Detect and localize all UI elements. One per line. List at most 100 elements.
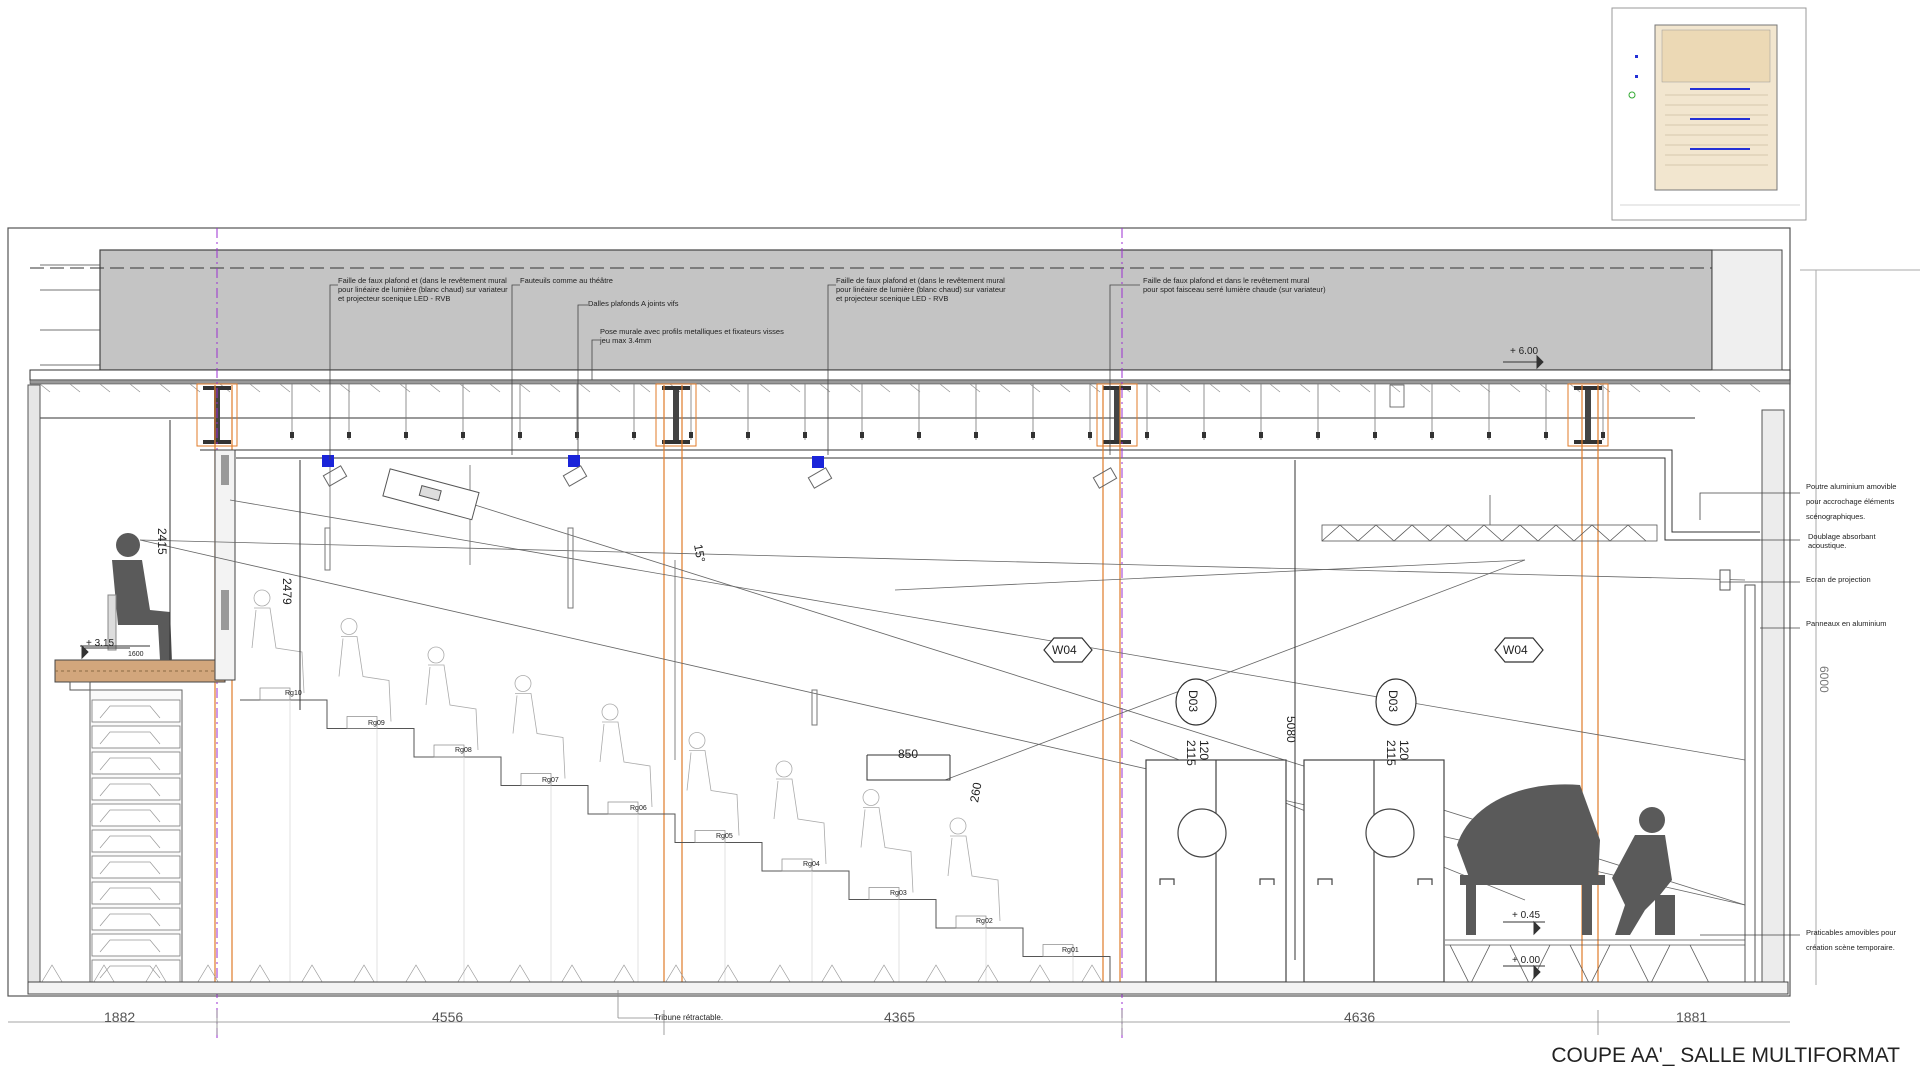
ceiling-hatch <box>399 383 411 393</box>
ceiling-hatch <box>1689 383 1701 393</box>
ceiling-hatch <box>549 383 561 393</box>
level-label: + 3.15 <box>86 638 115 649</box>
pianist-silhouette <box>1612 807 1675 935</box>
ceiling-hatch <box>39 383 51 393</box>
floor <box>27 981 1789 995</box>
right-annotations: Poutre aluminium amovible pour accrochag… <box>1806 482 1897 952</box>
ceiling-hatch <box>1029 383 1041 393</box>
door-tag: D03 <box>1386 690 1400 712</box>
ceiling-hatch <box>1659 383 1671 393</box>
ceiling-hatch <box>189 383 201 393</box>
bottom-dims: 1882 4556 4365 4636 1881 <box>104 1009 1707 1025</box>
row-label: Rg05 <box>716 833 733 840</box>
ceiling-hatch <box>1629 383 1641 393</box>
hanger-fixture <box>1088 432 1092 438</box>
level-label: + 0.45 <box>1512 910 1541 921</box>
stacked-seat <box>91 725 181 749</box>
ceiling-hatch <box>999 383 1011 393</box>
annotation-text: et projecteur scenique LED - RVB <box>338 294 450 303</box>
audience-figure <box>599 703 653 808</box>
hanger-fixture <box>860 432 864 438</box>
audience-figure <box>947 817 1001 922</box>
stacked-seat <box>91 829 181 853</box>
ceiling-hatch <box>909 383 921 393</box>
ceiling-hatch <box>819 383 831 393</box>
stacked-seat <box>91 881 181 905</box>
row-label: Rg10 <box>285 690 302 697</box>
row-label: Rg03 <box>890 890 907 897</box>
ceiling-hatch <box>309 383 321 393</box>
hanger-fixture <box>1259 432 1263 438</box>
tag-shapes <box>1043 637 1544 726</box>
stage-platforms <box>1445 939 1745 986</box>
row-label: Rg04 <box>803 861 820 868</box>
ceiling-slab <box>29 249 1791 385</box>
stacked-seat <box>91 933 181 957</box>
ceiling-hatch <box>1719 383 1731 393</box>
ceiling-hatch <box>1299 383 1311 393</box>
angle-value: 15° <box>691 543 708 564</box>
ceiling-hatch <box>609 383 621 393</box>
ceiling-hatch <box>729 383 741 393</box>
dimension-value: 2115 <box>1384 740 1398 766</box>
ceiling-hangers <box>39 383 1761 440</box>
ceiling-hatch <box>1329 383 1341 393</box>
annotation-text: Poutre aluminium amovible <box>1806 482 1896 491</box>
dimension-value: 1600 <box>128 651 144 658</box>
annotation-text: Faille de faux plafond et (dans le revêt… <box>338 276 507 285</box>
ceiling-hatch <box>879 383 891 393</box>
hanger-fixture <box>1145 432 1149 438</box>
row-label: Rg06 <box>630 805 647 812</box>
ceiling-hatch <box>1179 383 1191 393</box>
ceiling-hatch <box>519 383 531 393</box>
dimension-value: 5080 <box>1284 716 1298 743</box>
window-tag: W04 <box>1052 643 1077 657</box>
ceiling-hatch <box>579 383 591 393</box>
annotation-text: Faille de faux plafond et (dans le revêt… <box>836 276 1005 285</box>
ceiling-hatch <box>1539 383 1551 393</box>
audience-figure <box>338 618 392 722</box>
ceiling-hatch <box>369 383 381 393</box>
ceiling-hatch <box>99 383 111 393</box>
hanger-fixture <box>746 432 750 438</box>
annotation-text: pour spot faisceau serré lumière chaude … <box>1143 285 1326 294</box>
annotation-text: création scène temporaire. <box>1806 943 1895 952</box>
ceiling-hatch <box>249 383 261 393</box>
hanger-fixture <box>803 432 807 438</box>
ceiling-hatch <box>1509 383 1521 393</box>
stacked-seat <box>91 699 181 723</box>
stacked-seat <box>91 959 181 983</box>
ceiling-hatch <box>1269 383 1281 393</box>
annotation-text: acoustique. <box>1808 541 1846 550</box>
ceiling-hatch <box>1239 383 1251 393</box>
annotation-text: Pose murale avec profils metalliques et … <box>600 327 784 336</box>
annotation-text: Faille de faux plafond et dans le revête… <box>1143 276 1310 285</box>
ceiling-hatch <box>429 383 441 393</box>
steel-beams <box>196 383 1609 447</box>
stacked-seat <box>91 907 181 931</box>
ceiling-hatch <box>699 383 711 393</box>
tribune-steps <box>39 687 1111 986</box>
ceiling-hatch <box>1149 383 1161 393</box>
hanger-fixture <box>689 432 693 438</box>
section-drawing: Faille de faux plafond et (dans le revêt… <box>7 7 1920 1067</box>
hanger-fixture <box>1430 432 1434 438</box>
hanger-fixture <box>347 432 351 438</box>
dimension-value: 120 <box>1397 740 1411 760</box>
lighting-truss <box>1321 384 1658 542</box>
audience-figure <box>425 646 479 751</box>
dimension-value: 4365 <box>884 1009 915 1025</box>
ceiling-hatch <box>1209 383 1221 393</box>
ceiling-hatch <box>1749 383 1761 393</box>
level-label: + 6.00 <box>1510 346 1539 357</box>
ceiling-hatch <box>279 383 291 393</box>
ceiling-hatch <box>759 383 771 393</box>
door-right <box>1303 759 1445 983</box>
drawing-dims: 2415 2479 1600 15° 850 260 5080 6000 211… <box>128 528 1831 804</box>
audience-figure <box>512 675 566 779</box>
annotation-text: et projecteur scenique LED - RVB <box>836 294 948 303</box>
stacked-seat <box>91 777 181 801</box>
door-tag: D03 <box>1186 690 1200 712</box>
ceiling-truss-line <box>28 417 1760 541</box>
annotation-text: pour linéaire de lumière (blanc chaud) s… <box>338 285 508 294</box>
